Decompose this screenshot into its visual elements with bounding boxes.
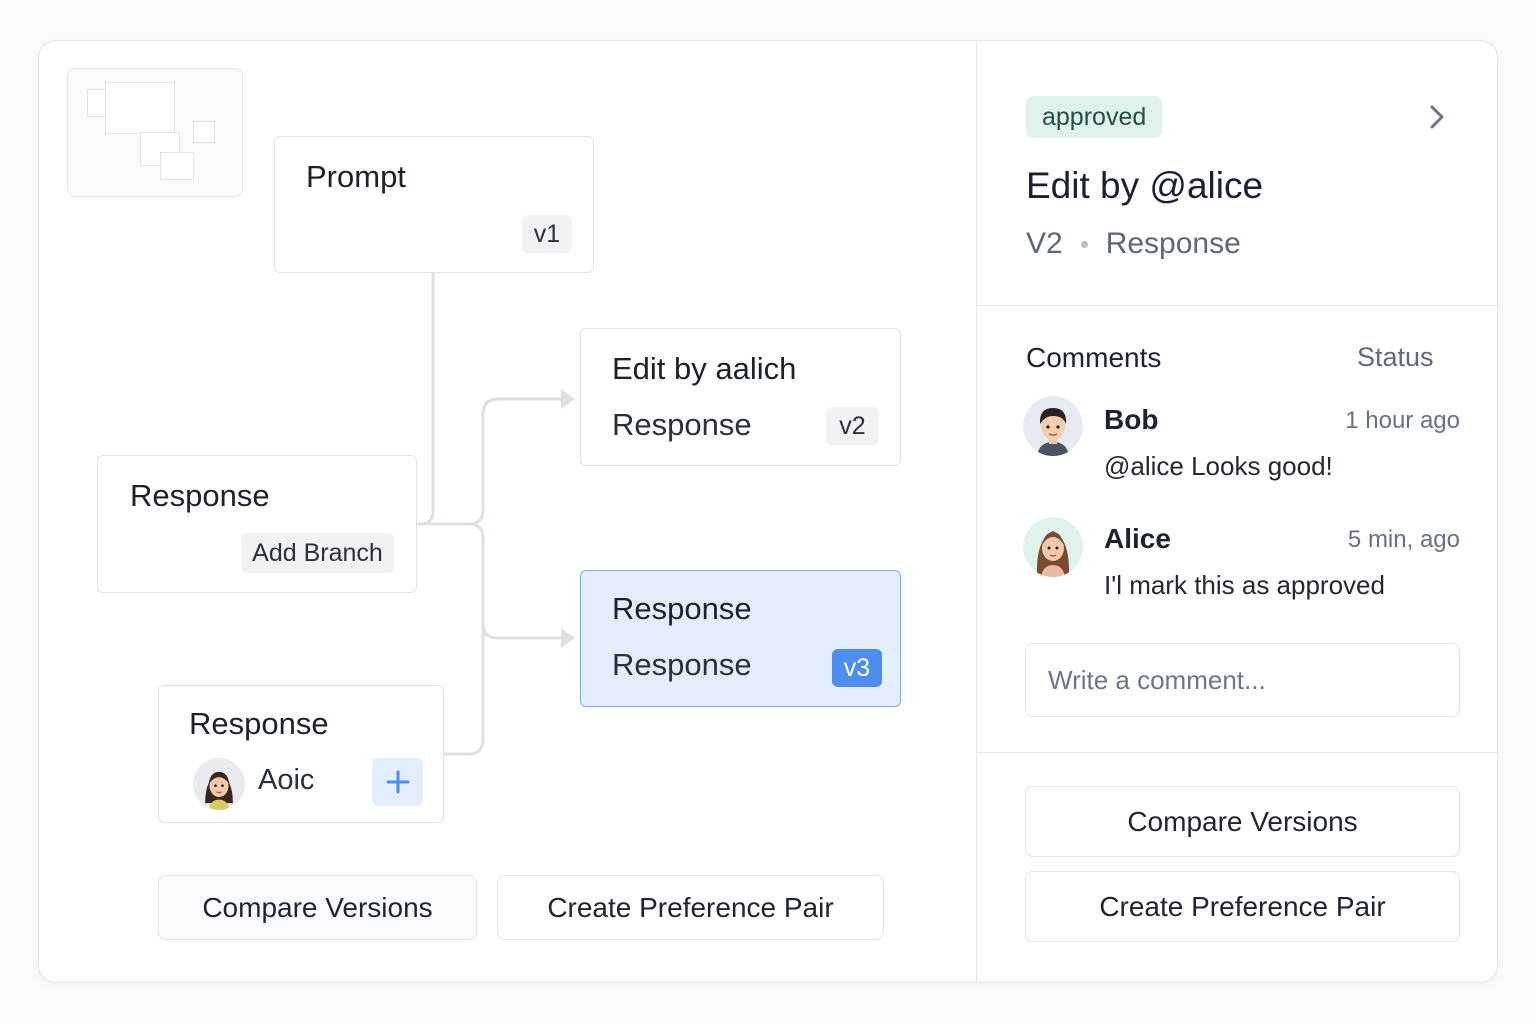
status-header: Status <box>1357 342 1434 372</box>
user-node[interactable]: Response Aoic <box>158 685 444 823</box>
node-title: Response <box>130 478 270 513</box>
prompt-node[interactable]: Prompt v1 <box>274 136 594 273</box>
separator-dot <box>1080 240 1088 248</box>
comment-time: 1 hour ago <box>1345 407 1460 434</box>
panel-subtitle: V2 Response <box>1026 227 1241 261</box>
branch-node[interactable]: Response Add Branch <box>97 455 417 593</box>
comment-text: I'l mark this as approved <box>1104 570 1385 600</box>
comment-time: 5 min, ago <box>1347 526 1460 553</box>
plus-icon[interactable] <box>372 758 423 806</box>
edit-node[interactable]: Edit by aalich Response v2 <box>580 328 901 466</box>
node-subtitle: Response <box>612 407 752 442</box>
arrow-head <box>561 389 575 409</box>
avatar <box>193 758 245 810</box>
node-subtitle: Response <box>612 647 752 682</box>
selected-node[interactable]: Response Response v3 <box>580 570 901 707</box>
divider <box>977 752 1497 753</box>
panel-title: Edit by @alice <box>1026 165 1264 206</box>
connector-to-selected <box>467 522 563 640</box>
app-window: Prompt v1 Edit by aalich Response v2 Res… <box>38 40 1498 983</box>
comment-author: Bob <box>1104 404 1159 435</box>
comment-text: @alice Looks good! <box>1104 451 1333 481</box>
create-preference-pair-button[interactable]: Create Preference Pair <box>1025 871 1460 942</box>
comment-input[interactable]: Write a comment... <box>1025 643 1460 717</box>
version-tag: v3 <box>832 649 882 687</box>
details-panel: approved Edit by @alice V2 Response Comm… <box>976 41 1497 982</box>
author-name: Aoic <box>258 764 315 796</box>
connector-to-edit <box>415 397 563 526</box>
add-branch-button[interactable]: Add Branch <box>241 533 394 573</box>
type-label: Response <box>1105 227 1241 260</box>
compare-versions-button[interactable]: Compare Versions <box>158 875 477 940</box>
avatar <box>1023 517 1083 577</box>
node-title: Edit by aalich <box>612 351 797 386</box>
create-preference-pair-button[interactable]: Create Preference Pair <box>497 875 884 940</box>
arrow-head <box>561 628 575 648</box>
comments-header: Comments <box>1026 342 1162 373</box>
chevron-right-icon[interactable] <box>1424 103 1448 131</box>
node-title: Prompt <box>306 159 406 194</box>
avatar <box>1023 396 1083 456</box>
version-tag: v2 <box>826 407 879 445</box>
compare-versions-button[interactable]: Compare Versions <box>1025 786 1460 857</box>
connector-prompt-branch <box>415 271 435 526</box>
node-title: Response <box>612 591 752 626</box>
status-badge: approved <box>1026 96 1163 138</box>
node-title: Response <box>189 706 329 741</box>
version-label: V2 <box>1026 227 1063 260</box>
branch-canvas[interactable]: Prompt v1 Edit by aalich Response v2 Res… <box>39 41 976 982</box>
comment-author: Alice <box>1104 523 1171 554</box>
divider <box>977 305 1497 306</box>
version-tag: v1 <box>522 215 572 253</box>
connector-to-user <box>442 622 485 756</box>
